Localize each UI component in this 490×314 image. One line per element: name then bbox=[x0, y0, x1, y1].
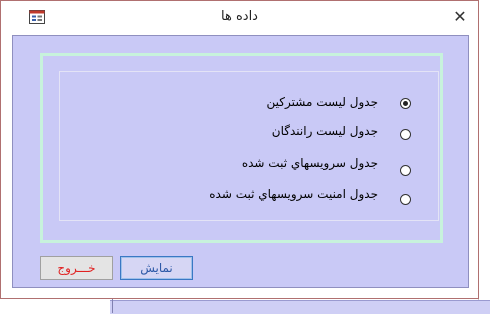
option-label-customers: جدول ليست مشتركين bbox=[266, 95, 378, 109]
radio-service-security[interactable] bbox=[400, 194, 411, 205]
exit-button[interactable]: خـــروج bbox=[40, 256, 113, 280]
show-button[interactable]: نمايش bbox=[120, 256, 193, 280]
option-label-drivers: جدول ليست رانندگان bbox=[271, 124, 378, 138]
radio-customers[interactable] bbox=[400, 98, 411, 109]
close-button[interactable]: ✕ bbox=[447, 5, 473, 29]
option-label-service-security: جدول امنيت سرويسهاي ثبت شده bbox=[209, 187, 378, 201]
background-window bbox=[110, 300, 490, 314]
title-bar[interactable]: داده ها ✕ bbox=[1, 1, 478, 35]
radio-services[interactable] bbox=[400, 165, 411, 176]
options-frame: جدول ليست مشتركين جدول ليست رانندگان جدو… bbox=[40, 53, 443, 243]
dialog-body: جدول ليست مشتركين جدول ليست رانندگان جدو… bbox=[12, 35, 469, 288]
data-dialog: داده ها ✕ جدول ليست مشتركين جدول ليست را… bbox=[0, 0, 479, 299]
window-title: داده ها bbox=[221, 9, 258, 24]
close-icon: ✕ bbox=[453, 7, 467, 26]
options-group: جدول ليست مشتركين جدول ليست رانندگان جدو… bbox=[59, 71, 439, 221]
radio-drivers[interactable] bbox=[400, 129, 411, 140]
background-window-edge bbox=[478, 0, 490, 313]
option-label-services: جدول سرويسهاي ثبت شده bbox=[241, 156, 378, 170]
